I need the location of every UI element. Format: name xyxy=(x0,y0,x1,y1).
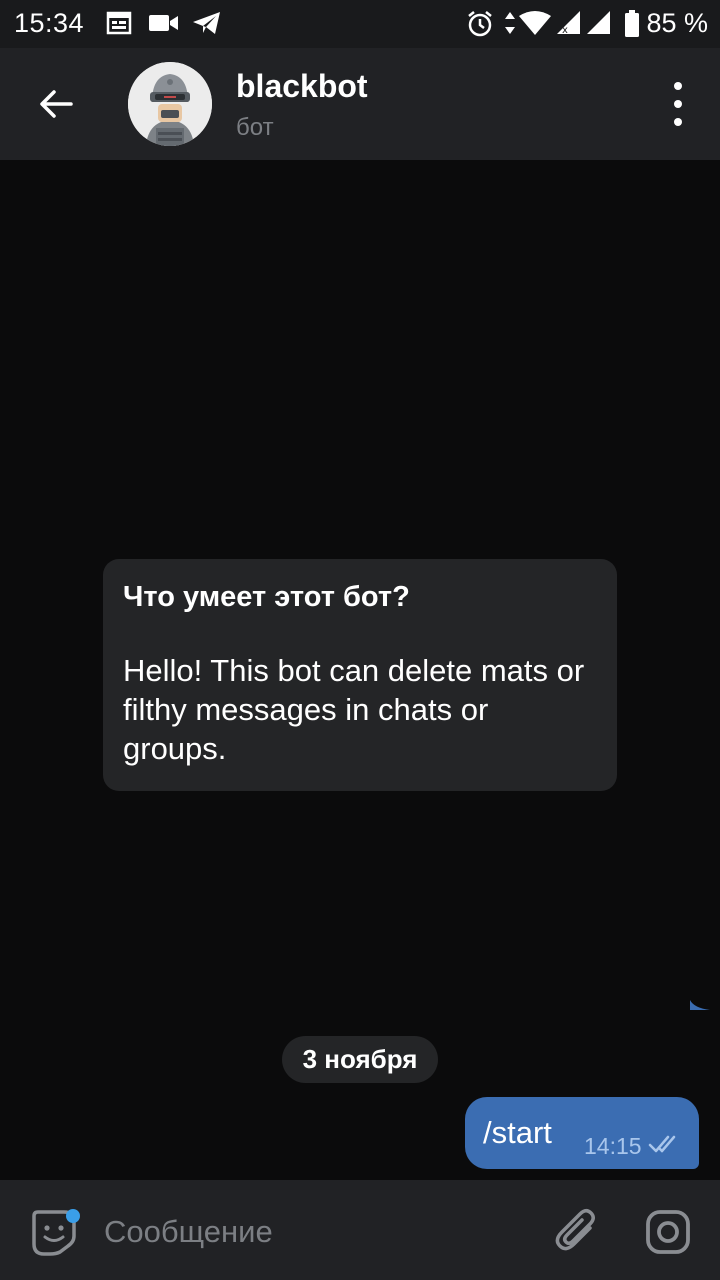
status-bar: 15:34 x 85 % xyxy=(0,0,720,48)
chat-header: blackbot бот xyxy=(0,48,720,160)
alarm-icon xyxy=(466,10,494,43)
back-button[interactable] xyxy=(30,78,82,130)
video-icon xyxy=(148,10,180,41)
arrow-left-icon xyxy=(40,90,73,118)
camera-button[interactable] xyxy=(644,1208,692,1256)
bot-info-description: Hello! This bot can delete mats or filth… xyxy=(123,653,585,766)
chat-area: Что умеет этот бот? Hello! This bot can … xyxy=(0,160,720,1180)
more-vertical-icon xyxy=(674,82,682,90)
status-time: 15:34 xyxy=(14,8,85,38)
bot-info-title: Что умеет этот бот? xyxy=(123,581,410,613)
signal-icon xyxy=(586,10,612,41)
data-arrows-icon xyxy=(504,10,516,41)
more-menu-button[interactable] xyxy=(666,82,690,126)
message-input-bar xyxy=(0,1180,720,1280)
chat-title[interactable]: blackbot xyxy=(236,68,368,105)
bot-info-card: Что умеет этот бот? Hello! This bot can … xyxy=(103,559,617,791)
avatar[interactable] xyxy=(128,62,212,146)
calendar-icon xyxy=(106,10,132,41)
message-text: /start xyxy=(483,1115,552,1150)
soldier-avatar-icon xyxy=(128,62,212,146)
date-separator: 3 ноября xyxy=(282,1036,438,1083)
wifi-icon xyxy=(518,10,552,41)
outgoing-message[interactable]: /start 14:15 xyxy=(465,1097,699,1169)
bubble-tail xyxy=(690,1000,710,1010)
signal-icon: x xyxy=(556,10,582,41)
more-vertical-dot xyxy=(674,118,682,126)
more-vertical-dot xyxy=(674,100,682,108)
attach-button[interactable] xyxy=(554,1208,600,1254)
telegram-icon xyxy=(192,10,222,41)
sticker-icon xyxy=(32,1209,80,1256)
message-input[interactable] xyxy=(104,1210,524,1254)
svg-text:x: x xyxy=(562,25,568,36)
camera-icon xyxy=(646,1210,690,1254)
battery-icon xyxy=(624,10,640,43)
chat-subtitle: бот xyxy=(236,114,274,141)
battery-percentage: 85 % xyxy=(646,8,708,38)
message-time: 14:15 xyxy=(584,1133,642,1159)
paperclip-icon xyxy=(555,1209,595,1251)
double-check-icon xyxy=(648,1133,682,1160)
sticker-button[interactable] xyxy=(30,1208,80,1256)
